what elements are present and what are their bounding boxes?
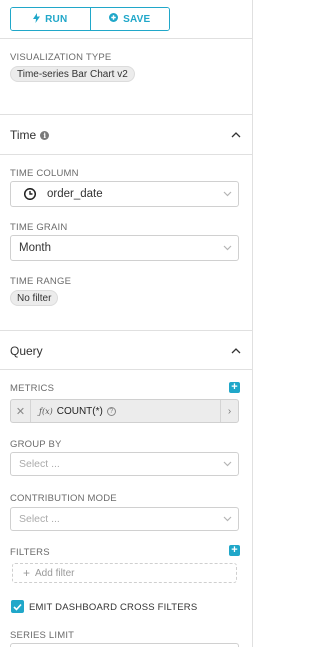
metrics-label: METRICS [10, 383, 55, 394]
chevron-down-icon [216, 191, 238, 197]
run-save-group: RUN SAVE [10, 7, 170, 31]
chevron-down-icon [216, 461, 238, 467]
cross-filters-label: EMIT DASHBOARD CROSS FILTERS [29, 602, 198, 613]
time-column-label: TIME COLUMN [10, 168, 79, 179]
add-filter-label: Add filter [35, 567, 75, 579]
run-button[interactable]: RUN [11, 8, 90, 30]
cross-filters-checkbox[interactable] [11, 600, 24, 613]
group-by-placeholder: Select ... [19, 458, 60, 470]
collapse-time-chevron-icon[interactable] [231, 130, 241, 140]
divider [0, 369, 252, 370]
contribution-mode-placeholder: Select ... [19, 513, 60, 525]
bolt-icon [33, 12, 41, 26]
info-icon[interactable]: i [40, 130, 50, 140]
collapse-query-chevron-icon[interactable] [231, 346, 241, 356]
metric-item[interactable]: ✕ ƒ(x) COUNT(*) ? › [10, 399, 239, 423]
series-limit-select[interactable] [10, 643, 239, 647]
chart-control-panel: RUN SAVE VISUALIZATION TYPE Time-series … [0, 0, 264, 647]
add-metric-plus-icon[interactable]: + [229, 382, 240, 393]
group-by-label: GROUP BY [10, 439, 62, 450]
divider [0, 154, 252, 155]
run-label: RUN [45, 13, 68, 25]
panel-right-border [252, 0, 253, 647]
save-label: SAVE [123, 13, 151, 25]
series-limit-label: SERIES LIMIT [10, 630, 75, 641]
question-icon[interactable]: ? [106, 406, 116, 416]
chevron-down-icon [216, 245, 238, 251]
time-range-label: TIME RANGE [10, 276, 72, 287]
plus-circle-icon [109, 13, 119, 25]
save-button[interactable]: SAVE [89, 8, 169, 30]
query-section-title: Query [10, 344, 43, 358]
contribution-mode-select[interactable]: Select ... [10, 507, 239, 531]
time-section-title: Time [10, 128, 37, 142]
contribution-mode-label: CONTRIBUTION MODE [10, 493, 117, 504]
add-filter-plus-icon[interactable]: + [229, 545, 240, 556]
chevron-down-icon [216, 516, 238, 522]
filters-label: FILTERS [10, 547, 50, 558]
time-column-select[interactable]: order_date [10, 181, 239, 207]
clock-icon [24, 188, 36, 200]
time-grain-label: TIME GRAIN [10, 222, 68, 233]
time-column-value: order_date [47, 188, 103, 200]
plus-icon: + [23, 566, 31, 580]
divider [0, 330, 252, 331]
time-range-pill[interactable]: No filter [10, 290, 59, 306]
remove-metric-close-icon[interactable]: ✕ [11, 400, 31, 422]
time-grain-value: Month [19, 242, 51, 254]
add-filter-button[interactable]: + Add filter [12, 563, 237, 583]
metric-name: COUNT(*) [56, 405, 103, 417]
divider [0, 38, 252, 39]
time-section-header[interactable]: Time i [10, 128, 50, 142]
group-by-select[interactable]: Select ... [10, 452, 239, 476]
chevron-right-icon[interactable]: › [220, 400, 238, 422]
viz-type-pill[interactable]: Time-series Bar Chart v2 [10, 66, 135, 82]
divider [0, 114, 252, 115]
viz-type-label: VISUALIZATION TYPE [10, 52, 112, 63]
query-section-header[interactable]: Query [10, 344, 43, 358]
time-grain-select[interactable]: Month [10, 235, 239, 261]
function-icon: ƒ(x) [39, 406, 53, 416]
checkmark-icon [13, 603, 22, 611]
